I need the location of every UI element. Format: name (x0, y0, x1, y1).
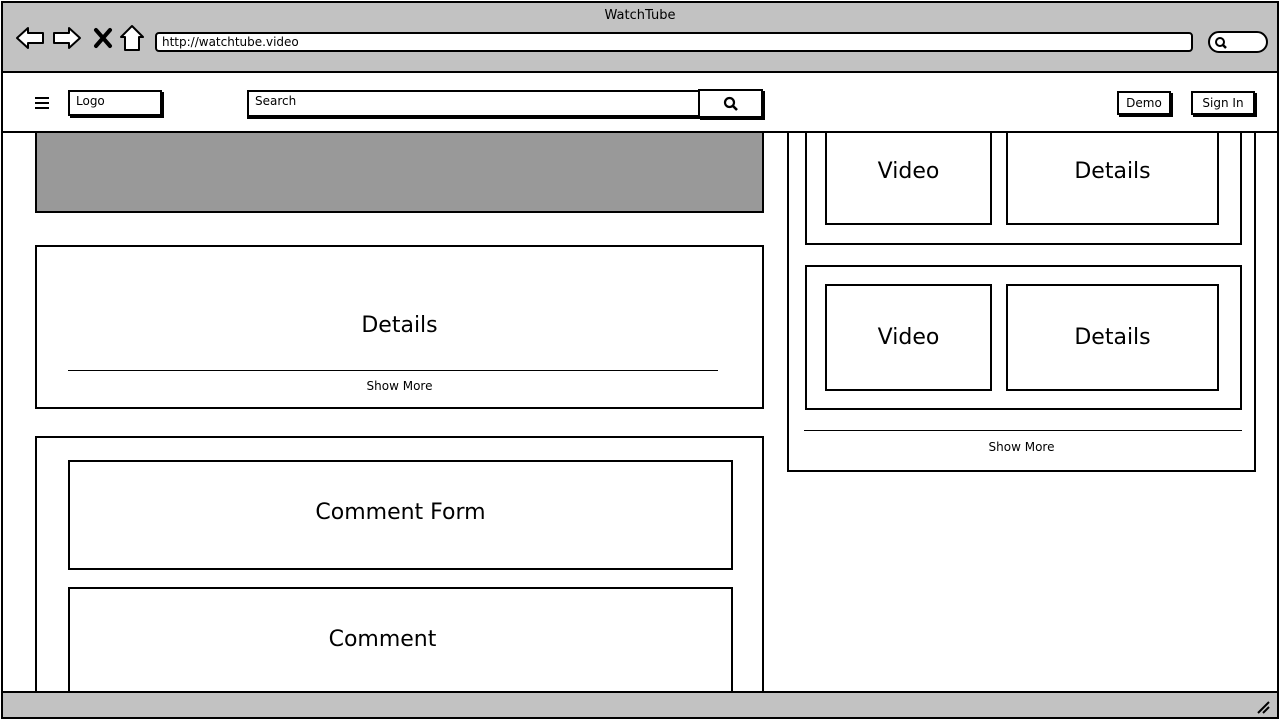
sidebar-show-more-link[interactable]: Show More (789, 440, 1254, 454)
sign-in-button[interactable]: Sign In (1191, 91, 1255, 115)
back-arrow-icon (16, 27, 44, 49)
search-button[interactable] (698, 89, 763, 118)
home-icon (120, 25, 144, 51)
sidebar-viewport: Video Details Video Details Show More (787, 133, 1259, 473)
comment: Comment (68, 587, 733, 707)
back-button[interactable] (15, 23, 45, 53)
related-videos-sidebar: Video Details Video Details Show More (787, 133, 1256, 472)
comment-label: Comment (328, 627, 437, 652)
comment-form[interactable]: Comment Form (68, 460, 733, 570)
forward-arrow-icon (53, 27, 81, 49)
search-icon (1215, 37, 1227, 49)
video-player[interactable] (35, 133, 764, 213)
home-button[interactable] (117, 23, 147, 53)
browser-search-field[interactable] (1208, 31, 1268, 53)
window-title: WatchTube (604, 8, 676, 23)
related-video-card[interactable]: Video Details (805, 133, 1242, 245)
video-details-panel: Details Show More (35, 245, 764, 409)
site-header: Logo Search Demo Sign In (3, 75, 1277, 133)
browser-status-bar (3, 691, 1277, 717)
browser-toolbar: WatchTube http://watchtube.video (3, 3, 1277, 73)
divider (68, 370, 718, 371)
search-input[interactable]: Search (247, 90, 701, 117)
search-icon (723, 96, 738, 111)
demo-button[interactable]: Demo (1117, 91, 1171, 115)
comments-panel: Comment Form Comment (35, 436, 764, 717)
close-icon (94, 28, 112, 48)
stop-button[interactable] (88, 23, 118, 53)
resize-grip-icon[interactable] (1255, 699, 1271, 715)
related-video-thumbnail[interactable]: Video (825, 133, 992, 225)
address-bar[interactable]: http://watchtube.video (155, 32, 1193, 52)
forward-button[interactable] (52, 23, 82, 53)
details-title: Details (361, 313, 438, 338)
browser-window: WatchTube http://watchtube.video Logo Se… (1, 1, 1279, 719)
logo[interactable]: Logo (68, 90, 162, 116)
hamburger-menu-icon[interactable] (35, 97, 49, 111)
related-video-details[interactable]: Details (1006, 133, 1219, 225)
related-video-card[interactable]: Video Details (805, 265, 1242, 410)
related-video-thumbnail[interactable]: Video (825, 284, 992, 391)
related-video-details[interactable]: Details (1006, 284, 1219, 391)
divider (804, 430, 1242, 431)
show-more-link[interactable]: Show More (37, 379, 762, 393)
comment-form-label: Comment Form (315, 500, 486, 525)
